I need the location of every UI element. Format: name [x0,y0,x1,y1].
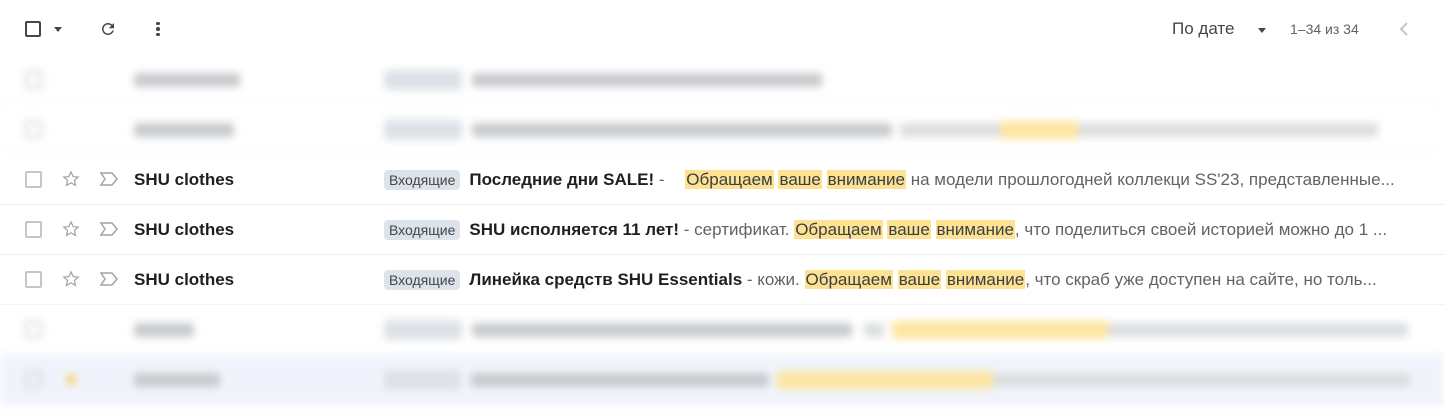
message-content-obscured [384,369,1410,390]
message-content: Входящие Линейка средств SHU Essentials … [384,269,1410,290]
message-row[interactable]: SHU clothes Входящие Последние дни SALE!… [0,155,1444,205]
star-filled-icon[interactable] [61,369,81,389]
search-highlight: ваше [897,269,942,289]
snippet-text: , что скраб уже доступен на сайте, но то… [1025,269,1377,289]
message-snippet: Обращаем ваше внимание на модели прошлог… [669,169,1395,190]
row-checkbox[interactable] [25,371,42,388]
message-content: Входящие SHU исполняется 11 лет! - серти… [384,219,1410,240]
message-content-obscured [384,69,1410,90]
toolbar: По дате 1–34 из 34 [0,0,1444,58]
prev-page-button[interactable] [1396,19,1412,39]
row-checkbox[interactable] [25,321,42,338]
search-highlight: ваше [778,169,822,189]
sort-dropdown-caret[interactable] [1256,26,1268,34]
message-subject: Линейка средств SHU Essentials [469,269,743,289]
message-content-obscured [384,319,1410,340]
message-row-obscured[interactable] [0,55,1444,105]
important-marker-icon[interactable] [99,271,119,287]
message-row-obscured[interactable] [0,355,1444,405]
refresh-button[interactable] [98,19,118,39]
caret-down-icon [1258,27,1266,33]
row-checkbox[interactable] [25,121,42,138]
sender-obscured [134,70,240,90]
snippet-text: , что поделиться своей историей можно до… [1014,219,1388,239]
message-snippet: Обращаем ваше внимание, что поделиться с… [794,219,1388,240]
sender-obscured [134,320,194,340]
message-row[interactable]: SHU clothes Входящие Линейка средств SHU… [0,255,1444,305]
snippet-separator: - кожи. [742,269,805,289]
message-content-obscured [384,119,1410,140]
snippet-separator: - [654,169,670,189]
row-checkbox[interactable] [25,221,42,238]
more-vert-icon [156,21,160,37]
row-checkbox[interactable] [25,171,42,188]
star-icon[interactable] [61,269,81,289]
search-highlight: внимание [935,219,1015,239]
sort-by-date-dropdown[interactable]: По дате [1172,18,1234,40]
sender-name: SHU clothes [134,269,235,289]
inbox-label-chip[interactable]: Входящие [384,219,461,240]
inbox-label-chip[interactable]: Входящие [384,169,461,190]
chevron-left-icon [1399,22,1408,36]
message-row-obscured[interactable] [0,105,1444,155]
search-highlight: Обращаем [794,219,883,239]
inbox-label-chip[interactable]: Входящие [384,269,461,290]
message-snippet: Обращаем ваше внимание, что скраб уже до… [804,269,1377,290]
search-highlight: внимание [826,169,907,189]
message-subject: SHU исполняется 11 лет! [469,219,680,239]
important-marker-icon[interactable] [99,221,119,237]
refresh-icon [102,23,114,35]
search-highlight: Обращаем [685,169,774,189]
pagination-range: 1–34 из 34 [1290,19,1359,39]
message-row[interactable]: SHU clothes Входящие SHU исполняется 11 … [0,205,1444,255]
sender-name: SHU clothes [134,219,235,239]
sender-name: SHU clothes [134,169,235,189]
search-highlight: Обращаем [804,269,893,289]
star-icon[interactable] [61,169,81,189]
select-dropdown-button[interactable] [52,24,64,34]
message-content: Входящие Последние дни SALE! - Обращаем … [384,169,1410,190]
snippet-text: на модели прошлогодней коллекци SS'23, п… [906,169,1395,189]
more-options-button[interactable] [150,19,166,39]
search-highlight: внимание [945,269,1026,289]
message-subject: Последние дни SALE! [469,169,655,189]
snippet-separator: - сертификат. [679,219,795,239]
row-checkbox[interactable] [25,271,42,288]
sender-obscured [134,120,234,140]
important-marker-icon[interactable] [99,171,119,187]
row-checkbox[interactable] [25,71,42,88]
sender-obscured [134,370,220,390]
sort-label: По дате [1172,19,1235,38]
range-label: 1–34 из 34 [1290,21,1359,37]
checkbox-icon [25,21,41,37]
star-icon[interactable] [61,219,81,239]
caret-down-icon [54,26,62,32]
search-highlight: ваше [887,219,931,239]
select-all-checkbox[interactable] [24,20,42,38]
message-row-obscured[interactable] [0,305,1444,355]
